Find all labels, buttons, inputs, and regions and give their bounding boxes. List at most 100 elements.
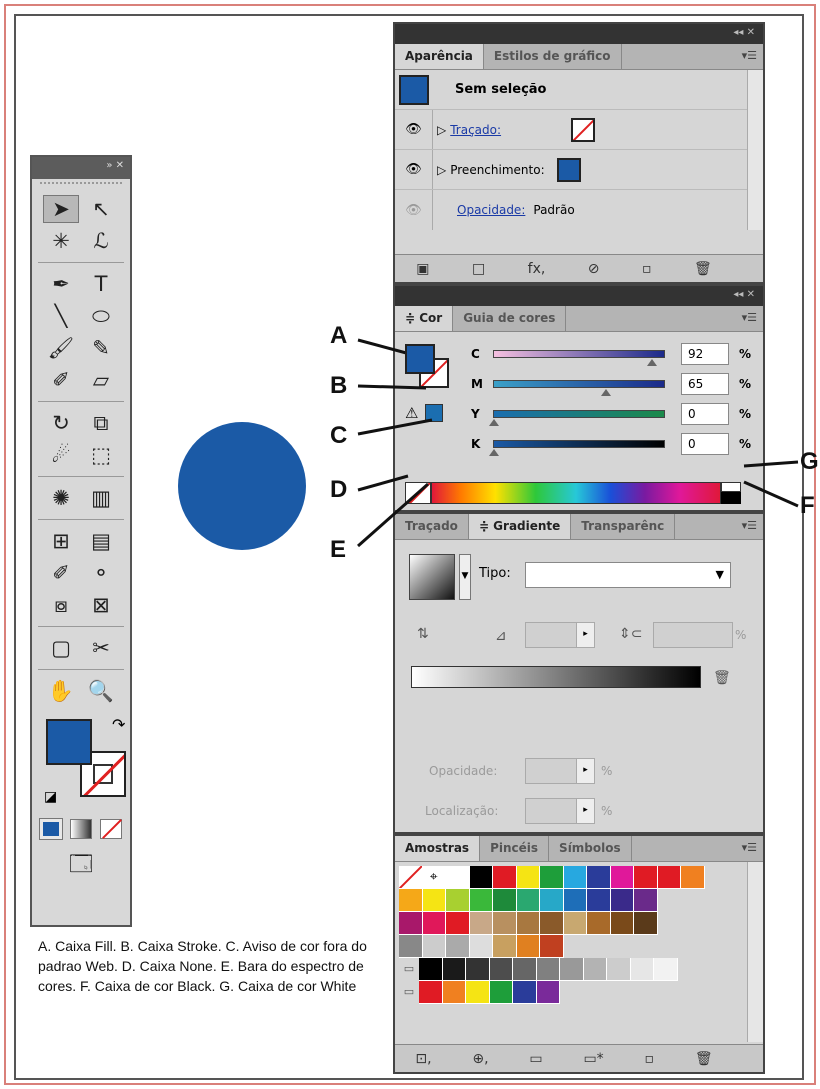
swatch[interactable] [422,912,446,935]
free-transform-tool-icon[interactable]: ⬚ [83,441,119,469]
swatch[interactable] [634,889,658,912]
swatch[interactable] [681,866,705,889]
slider-track-m[interactable] [493,380,665,396]
slider-thumb[interactable] [600,389,611,396]
live-paint-bucket-tool-icon[interactable]: ⧇ [43,591,79,619]
appearance-scrollbar[interactable] [747,70,763,230]
swatch[interactable] [489,981,513,1004]
mesh-tool-icon[interactable]: ⊞ [43,527,79,555]
tools-panel-header[interactable]: » ✕ [32,157,130,179]
disclosure-triangle-icon[interactable]: ▷ [437,163,446,177]
paintbrush-tool-icon[interactable]: 🖌 [43,334,79,362]
fill-label[interactable]: Preenchimento: [450,163,544,177]
delete-stop-icon[interactable]: 🗑 [713,670,731,686]
symbol-sprayer-tool-icon[interactable]: ✺ [43,484,79,512]
add-fill-icon[interactable]: □ [472,261,485,277]
column-graph-tool-icon[interactable]: ▥ [83,484,119,512]
swatch[interactable] [489,958,513,981]
trash-icon[interactable]: 🗑 [695,1051,713,1067]
swatch[interactable] [493,935,517,958]
swatch[interactable] [493,889,517,912]
appearance-panel-top[interactable]: ◂◂ ✕ [395,24,763,44]
gradient-swatch[interactable] [409,554,455,600]
gradient-mode-button[interactable] [70,819,92,839]
show-kinds-icon[interactable]: ⊕, [472,1051,488,1067]
blend-tool-icon[interactable]: ⚬ [83,559,119,587]
swatch[interactable] [610,912,634,935]
swatch[interactable] [516,889,540,912]
swatches-scrollbar[interactable] [747,862,763,1042]
swatch[interactable] [399,912,423,935]
swatch[interactable] [536,958,560,981]
tab-amostras[interactable]: Amostras [395,836,481,861]
warp-tool-icon[interactable]: ☄ [43,441,79,469]
appearance-row-opacity[interactable]: 👁 Opacidade: Padrão [395,190,763,230]
swatch[interactable] [419,958,443,981]
panel-menu-icon[interactable]: ▾☰ [742,311,757,324]
swatch[interactable] [560,958,584,981]
fill-box[interactable] [46,719,92,765]
slider-track-y[interactable] [489,410,665,426]
slider-value-field[interactable]: 65 [681,373,729,395]
swatch[interactable] [442,958,466,981]
panel-menu-icon[interactable]: ▾☰ [742,841,757,854]
gradient-tool-icon[interactable]: ▤ [83,527,119,555]
swatch[interactable] [634,866,658,889]
swatch[interactable] [399,889,423,912]
pencil-tool-icon[interactable]: ✎ [83,334,119,362]
live-paint-selection-tool-icon[interactable]: ⊠ [83,591,119,619]
magic-wand-tool-icon[interactable]: ✳ [43,227,79,255]
swatch[interactable] [493,866,517,889]
swatch[interactable] [607,958,631,981]
pen-tool-icon[interactable]: ✒ [43,270,79,298]
swatch[interactable] [587,889,611,912]
location-spin-icon[interactable]: ▸ [576,799,594,823]
swatch[interactable] [563,866,587,889]
add-stroke-icon[interactable]: ▣ [416,261,429,277]
reverse-gradient-icon[interactable]: ⇅ [417,626,429,642]
swatch[interactable] [610,866,634,889]
eye-icon[interactable]: 👁 [395,110,433,149]
swatch[interactable] [583,958,607,981]
trash-icon[interactable]: 🗑 [694,261,712,277]
swatch[interactable] [610,889,634,912]
black-color-box[interactable] [721,492,741,504]
swatch[interactable] [422,935,446,958]
default-fill-stroke-icon[interactable]: ◪ [44,789,57,805]
slider-thumb[interactable] [647,359,658,366]
angle-field[interactable]: ▸ [525,622,595,648]
slice-tool-icon[interactable]: ✂ [83,634,119,662]
artboard-tool-icon[interactable]: ▢ [43,634,79,662]
blob-brush-tool-icon[interactable]: ✐ [43,366,79,394]
swatch[interactable] [540,935,564,958]
tab-pinceis[interactable]: Pincéis [480,836,550,861]
stroke-swatch[interactable] [571,117,596,142]
appearance-row-stroke[interactable]: 👁 ▷ Traçado: [395,110,763,150]
swatch[interactable] [540,889,564,912]
swatch[interactable] [563,912,587,935]
new-color-group-icon[interactable]: ▭* [583,1051,603,1067]
opacity-spin-icon[interactable]: ▸ [576,759,594,783]
stop-opacity-field[interactable]: ▸ [525,758,595,784]
swap-fill-stroke-icon[interactable]: ↷ [112,715,125,734]
tools-panel-grip[interactable] [40,182,122,190]
scale-tool-icon[interactable]: ⧉ [83,409,119,437]
rotate-tool-icon[interactable]: ↻ [43,409,79,437]
swatch[interactable] [446,935,470,958]
swatch[interactable] [587,912,611,935]
line-segment-tool-icon[interactable]: ╲ [43,302,79,330]
disclosure-triangle-icon[interactable]: ▷ [437,123,446,137]
eyedropper-tool-icon[interactable]: ✐ [43,559,79,587]
panel-menu-icon[interactable]: ▾☰ [742,519,757,532]
swatch[interactable] [469,866,493,889]
stroke-label[interactable]: Traçado: [450,123,501,137]
swatch[interactable] [469,912,493,935]
swatch[interactable] [469,889,493,912]
slider-track-k[interactable] [489,440,665,456]
swatch[interactable] [516,935,540,958]
color-group-folder-icon[interactable]: ▭ [399,958,419,981]
swatch[interactable] [399,935,423,958]
appearance-row-fill[interactable]: 👁 ▷ Preenchimento: [395,150,763,190]
swatch[interactable] [466,981,490,1004]
color-mode-button[interactable] [39,818,63,840]
